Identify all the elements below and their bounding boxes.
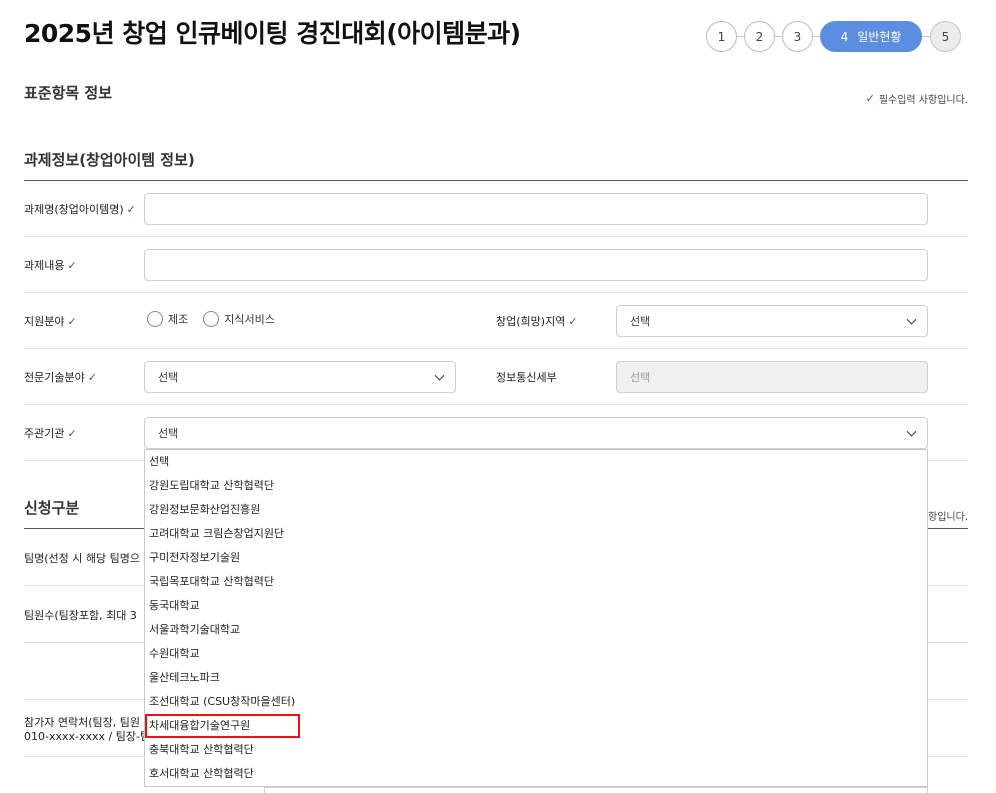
check-icon: ✓ <box>126 202 136 216</box>
step-label: 일반현황 <box>857 30 902 44</box>
chevron-down-icon <box>906 314 917 325</box>
dropdown-option[interactable]: 선택 <box>145 450 927 474</box>
check-icon: ✓ <box>87 370 97 384</box>
check-icon: ✓ <box>865 92 875 105</box>
label-text: 전문기술분야 <box>24 371 85 384</box>
dropdown-option[interactable]: 구미전자정보기술원 <box>145 546 927 570</box>
step-indicator: 1 2 3 4 일반현황 5 <box>706 21 962 53</box>
project-name-label: 과제명(창업아이템명) ✓ <box>24 201 140 217</box>
label-text: 주관기관 <box>24 427 65 440</box>
support-area-radio-group: 제조 지식서비스 <box>147 311 290 327</box>
check-icon: ✓ <box>67 314 77 328</box>
row-divider <box>24 236 968 237</box>
radio-label: 지식서비스 <box>224 313 275 326</box>
radio-knowledge-service[interactable]: 지식서비스 <box>203 311 275 327</box>
dropdown-option[interactable]: 충북대학교 산학협력단 <box>145 738 927 762</box>
dropdown-option[interactable]: 강원정보문화산업진흥원 <box>145 498 927 522</box>
host-org-label: 주관기관 ✓ <box>24 425 81 441</box>
step-3[interactable]: 3 <box>782 21 813 52</box>
standard-section-title: 표준항목 정보 <box>24 84 113 102</box>
project-name-input[interactable] <box>144 193 928 225</box>
host-org-select[interactable]: 선택 <box>144 417 928 449</box>
step-number: 4 <box>840 29 849 44</box>
label-text: 과제명(창업아이템명) <box>24 203 124 216</box>
radio-label: 제조 <box>168 313 189 326</box>
check-icon: ✓ <box>67 426 77 440</box>
apply-section-title: 신청구분 <box>24 499 80 517</box>
dropdown-option[interactable]: 수원대학교 <box>145 642 927 666</box>
team-count-label: 팀원수(팀장포함, 최대 3 <box>24 609 137 622</box>
team-name-label: 팀명(선정 시 해당 팀명으 <box>24 552 140 565</box>
ict-detail-label: 정보통신세부 <box>496 369 557 385</box>
contact-input-partial[interactable] <box>264 787 928 793</box>
step-2[interactable]: 2 <box>744 21 775 52</box>
step-number: 3 <box>793 29 802 44</box>
row-divider <box>24 348 968 349</box>
row-divider <box>24 292 968 293</box>
chevron-down-icon <box>434 370 445 381</box>
tech-field-label: 전문기술분야 ✓ <box>24 369 101 385</box>
page-title: 2025년 창업 인큐베이팅 경진대회(아이템분과) <box>24 19 521 48</box>
region-select[interactable]: 선택 <box>616 305 928 337</box>
host-org-dropdown-list: 선택 강원도립대학교 산학협력단 강원정보문화산업진흥원 고려대학교 크림슨창업… <box>144 449 928 787</box>
dropdown-option[interactable]: 조선대학교 (CSU창작마을센터) <box>145 690 927 714</box>
select-value: 선택 <box>158 371 179 384</box>
label-text: 정보통신세부 <box>496 371 557 384</box>
step-5[interactable]: 5 <box>930 21 961 52</box>
dropdown-option-highlighted[interactable]: 차세대융합기술연구원 <box>145 714 300 738</box>
select-value: 선택 <box>630 315 651 328</box>
step-4-active[interactable]: 4 일반현황 <box>820 21 922 52</box>
dropdown-option[interactable]: 서울과학기술대학교 <box>145 618 927 642</box>
step-1[interactable]: 1 <box>706 21 737 52</box>
tech-field-select[interactable]: 선택 <box>144 361 456 393</box>
dropdown-option[interactable]: 울산테크노파크 <box>145 666 927 690</box>
label-text: 과제내용 <box>24 259 65 272</box>
project-content-label: 과제내용 ✓ <box>24 257 81 273</box>
dropdown-option[interactable]: 고려대학교 크림슨창업지원단 <box>145 522 927 546</box>
project-content-input[interactable] <box>144 249 928 281</box>
label-text: 창업(희망)지역 <box>496 315 566 328</box>
chevron-down-icon <box>906 426 917 437</box>
row-divider <box>24 404 968 405</box>
dropdown-option[interactable]: 동국대학교 <box>145 594 927 618</box>
step-number: 5 <box>941 29 950 44</box>
contact-label-line2: 010-xxxx-xxxx / 팀장-팀 <box>24 730 151 743</box>
radio-circle-icon[interactable] <box>147 311 163 327</box>
radio-manufacturing[interactable]: 제조 <box>147 311 188 327</box>
support-area-label: 지원분야 ✓ <box>24 313 81 329</box>
step-number: 1 <box>717 29 726 44</box>
region-label: 창업(희망)지역 ✓ <box>496 313 582 329</box>
check-icon: ✓ <box>67 258 77 272</box>
label-text: 지원분야 <box>24 315 65 328</box>
project-section-title: 과제정보(창업아이템 정보) <box>24 151 195 169</box>
select-value: 선택 <box>630 371 651 384</box>
apply-required-note: 항입니다. <box>928 512 968 523</box>
check-icon: ✓ <box>568 314 578 328</box>
select-value: 선택 <box>158 427 179 440</box>
required-note-text: 필수입력 사항입니다. <box>878 95 968 106</box>
ict-detail-select: 선택 <box>616 361 928 393</box>
dropdown-option[interactable]: 호서대학교 산학협력단 <box>145 762 927 786</box>
section-divider <box>24 180 968 181</box>
step-number: 2 <box>755 29 764 44</box>
required-note: ✓ 필수입력 사항입니다. <box>863 91 968 106</box>
radio-circle-icon[interactable] <box>203 311 220 327</box>
dropdown-option[interactable]: 강원도립대학교 산학협력단 <box>145 474 927 498</box>
dropdown-option[interactable]: 국립목포대학교 산학협력단 <box>145 570 927 594</box>
